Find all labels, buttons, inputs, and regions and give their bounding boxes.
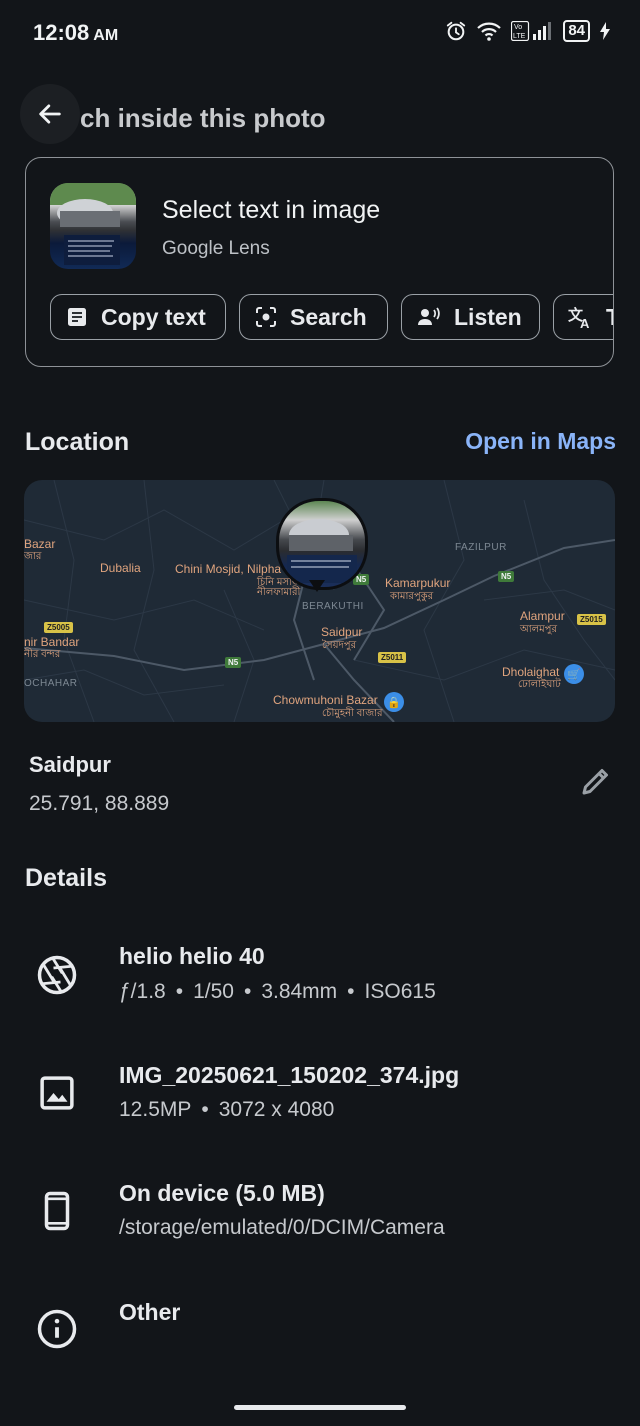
map-label-dholaighat-bn: ঢোলাইঘাট bbox=[518, 679, 561, 690]
map-label-nilphamari-bn: নীলফামারী bbox=[257, 587, 301, 598]
file-info: 12.5MP • 3072 x 4080 bbox=[119, 1098, 335, 1121]
charging-bolt-icon bbox=[600, 22, 610, 40]
focal-length-value: 3.84mm bbox=[261, 980, 338, 1003]
resolution-value: 3072 x 4080 bbox=[218, 1098, 335, 1121]
map-label-berakuthi: BERAKUTHI bbox=[302, 601, 364, 612]
info-icon bbox=[37, 1309, 77, 1349]
map-label-chowmuhoni-bn: চৌমুহনী বাজার bbox=[322, 708, 383, 719]
search-button[interactable]: Search bbox=[239, 294, 388, 340]
translate-label: T bbox=[606, 304, 613, 331]
road-badge-n5: N5 bbox=[225, 657, 242, 668]
map-label-saidpur-bn: সৈয়দপুর bbox=[322, 640, 357, 651]
battery-indicator: 84 bbox=[563, 20, 590, 42]
listen-icon bbox=[418, 307, 440, 325]
storage-path: /storage/emulated/0/DCIM/Camera bbox=[119, 1216, 445, 1239]
svg-text:Vo: Vo bbox=[514, 24, 522, 31]
road-badge-n5: N5 bbox=[498, 571, 515, 582]
map-label-bazar-bn: জার bbox=[24, 551, 42, 562]
edit-location-button[interactable] bbox=[578, 763, 614, 799]
iso-value: ISO615 bbox=[364, 980, 436, 1003]
home-indicator[interactable] bbox=[234, 1405, 406, 1410]
location-heading: Location bbox=[25, 428, 130, 456]
camera-aperture-icon bbox=[37, 955, 77, 995]
map-label-bandar-bn: নীর বন্দর bbox=[24, 649, 61, 660]
place-name: Saidpur bbox=[29, 752, 111, 777]
lens-subtitle: Google Lens bbox=[162, 238, 270, 259]
map-label-alampur-bn: আলমপুর bbox=[520, 624, 557, 635]
place-coordinates: 25.791, 88.889 bbox=[29, 792, 170, 815]
road-badge-z5015: Z5015 bbox=[577, 614, 606, 625]
svg-text:LTE: LTE bbox=[513, 33, 526, 40]
aperture-value: ƒ/1.8 bbox=[119, 980, 166, 1003]
road-badge-z5005: Z5005 bbox=[44, 622, 73, 633]
cellular-signal-icon: Vo LTE bbox=[511, 21, 552, 41]
svg-text:A: A bbox=[580, 316, 590, 329]
listen-label: Listen bbox=[454, 303, 522, 330]
status-ampm: AM bbox=[93, 27, 119, 44]
listen-button[interactable]: Listen bbox=[401, 294, 540, 340]
map-label-chowmuhoni: Chowmuhoni Bazar bbox=[273, 693, 378, 707]
map-label-alampur: Alampur bbox=[520, 609, 565, 623]
megapixels-value: 12.5MP bbox=[119, 1098, 192, 1121]
place-poi-icon[interactable]: 🔒 bbox=[384, 692, 404, 712]
photo-thumbnail bbox=[50, 183, 136, 269]
map-label-kamarpukur-bn: কামারপুকুর bbox=[390, 591, 434, 602]
file-name: IMG_20250621_150202_374.jpg bbox=[119, 1062, 460, 1088]
other-details: Other bbox=[119, 1299, 181, 1325]
status-time-value: 12:08 bbox=[33, 20, 90, 45]
copy-text-label: Copy text bbox=[101, 303, 206, 330]
details-heading: Details bbox=[25, 864, 107, 892]
lens-title: Select text in image bbox=[162, 196, 381, 224]
alarm-icon bbox=[447, 21, 466, 41]
translate-button[interactable]: 文 A T bbox=[553, 294, 613, 340]
phone-device-icon bbox=[44, 1191, 70, 1231]
photo-location-pin[interactable] bbox=[276, 498, 368, 590]
map-pin-tip bbox=[309, 580, 325, 592]
page-title: ch inside this photo bbox=[80, 103, 326, 133]
camera-model: helio helio 40 bbox=[119, 943, 265, 969]
map-label-kamarpukur: Kamarpukur bbox=[385, 576, 451, 590]
image-file-icon bbox=[40, 1076, 74, 1110]
road-badge-z5011: Z5011 bbox=[378, 652, 407, 663]
map-label-chini-mosjid: Chini Mosjid, Nilpha bbox=[175, 562, 282, 576]
shutter-value: 1/50 bbox=[193, 980, 234, 1003]
copy-text-icon bbox=[68, 308, 86, 326]
arrow-back-icon bbox=[39, 104, 61, 124]
status-icons: Vo LTE 84 bbox=[445, 20, 610, 42]
camera-settings: ƒ/1.8 • 1/50 • 3.84mm • ISO615 bbox=[119, 980, 436, 1003]
wifi-icon bbox=[477, 22, 502, 41]
copy-text-button[interactable]: Copy text bbox=[50, 294, 226, 340]
map-label-fazilpur: FAZILPUR bbox=[455, 542, 507, 553]
shopping-poi-icon[interactable]: 🛒 bbox=[564, 664, 584, 684]
storage-location: On device (5.0 MB) bbox=[119, 1180, 325, 1206]
back-button[interactable] bbox=[20, 84, 80, 144]
lens-search-icon bbox=[256, 307, 276, 327]
map-label-dubalia: Dubalia bbox=[100, 561, 141, 575]
location-map[interactable]: Bazar জার Dubalia Chini Mosjid, Nilpha চ… bbox=[24, 480, 615, 722]
status-time: 12:08 AM bbox=[33, 20, 118, 46]
google-lens-card[interactable]: Select text in image Google Lens Copy te… bbox=[25, 157, 614, 367]
map-label-saidpur: Saidpur bbox=[321, 625, 363, 639]
search-label: Search bbox=[290, 303, 367, 330]
open-in-maps-link[interactable]: Open in Maps bbox=[465, 428, 616, 455]
edit-pencil-icon bbox=[582, 769, 608, 795]
map-label-dochahar: OCHAHAR bbox=[24, 678, 78, 689]
translate-icon: 文 A bbox=[568, 306, 590, 329]
